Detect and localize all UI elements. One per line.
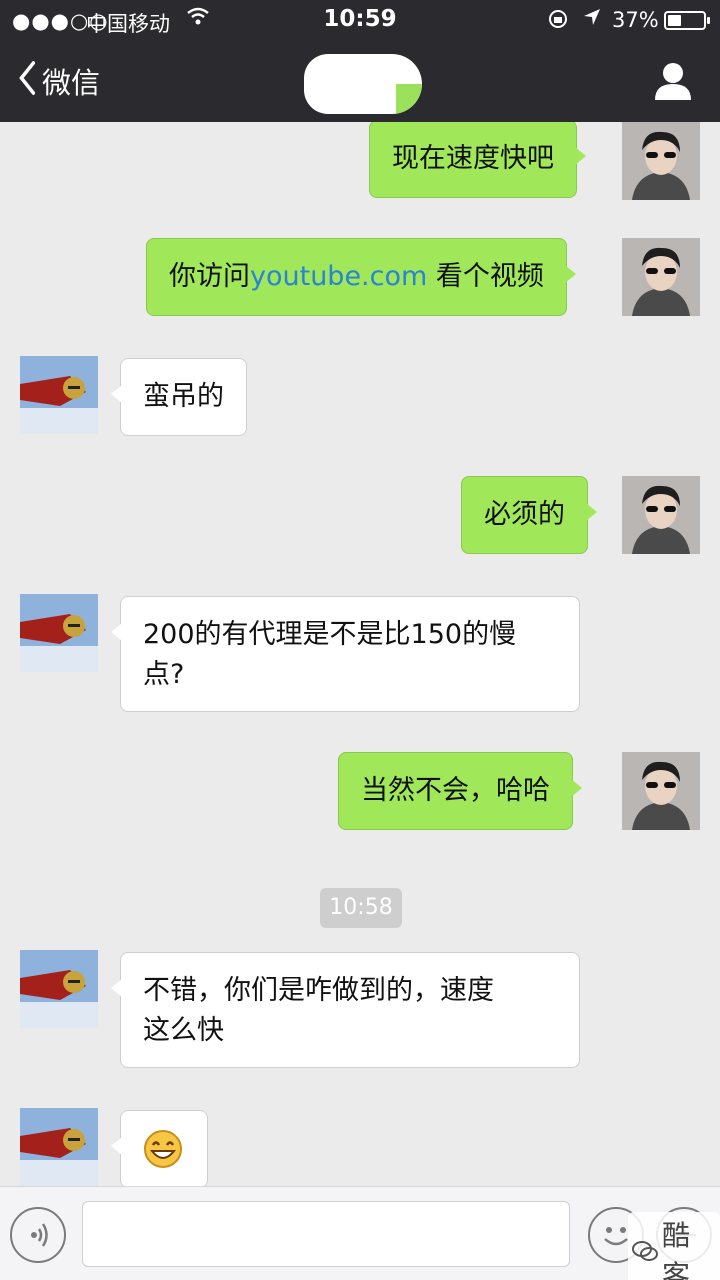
message-input[interactable]: [82, 1201, 570, 1267]
voice-button[interactable]: [10, 1207, 66, 1263]
message-bubble[interactable]: 必须的: [461, 476, 597, 554]
rotation-lock-icon: [547, 8, 569, 35]
top-bar: ●●●○○ 中国移动 10:59 37% 微信: [0, 0, 720, 122]
profile-button[interactable]: [652, 60, 694, 102]
my-avatar[interactable]: [622, 476, 700, 554]
message-text: 点?: [143, 659, 185, 690]
contact-avatar[interactable]: [20, 356, 98, 434]
message-text: 现在速度快吧: [392, 143, 554, 174]
message-bubble[interactable]: 当然不会，哈哈: [338, 752, 582, 830]
avatar-image: [20, 356, 98, 434]
message-bubble[interactable]: 现在速度快吧: [369, 122, 586, 198]
location-arrow-icon: [582, 7, 602, 32]
my-avatar[interactable]: [622, 122, 700, 200]
avatar-image: [20, 950, 98, 1028]
battery-level: [668, 15, 681, 26]
watermark-text: 酷客: [662, 1219, 691, 1280]
message-bubble[interactable]: 你访问youtube.com 看个视频: [146, 238, 576, 316]
message-bubble[interactable]: [111, 1110, 208, 1186]
avatar-image: [20, 594, 98, 672]
watermark: 酷客: [628, 1212, 720, 1280]
message-text: 这么快: [143, 1015, 224, 1046]
contact-avatar[interactable]: [20, 1108, 98, 1186]
battery-icon: [664, 11, 710, 30]
message-text: 200的有代理是不是比150的慢: [143, 619, 517, 650]
message-bubble[interactable]: 蛮吊的: [111, 358, 247, 436]
message-text: 必须的: [484, 499, 565, 530]
avatar-image: [622, 752, 700, 830]
battery-percent: 37%: [612, 8, 659, 32]
message-text: 看个视频: [427, 261, 544, 292]
chat-area[interactable]: 现在速度快吧 你访问youtube.com 看个视频 蛮吊的 必须的 200的有…: [0, 122, 720, 1186]
back-button[interactable]: 微信: [16, 60, 100, 105]
voice-icon: [31, 1223, 48, 1247]
wechat-logo-icon: [632, 1240, 658, 1268]
contact-avatar[interactable]: [20, 594, 98, 672]
message-link[interactable]: youtube.com: [250, 261, 427, 292]
back-label: 微信: [42, 65, 101, 100]
title-blob-accent: [396, 84, 422, 114]
avatar-image: [20, 1108, 98, 1186]
chevron-left-icon: [18, 60, 36, 105]
message-text: 你访问: [169, 261, 250, 292]
message-timestamp: 10:58: [320, 888, 402, 928]
input-bar: [0, 1186, 720, 1280]
message-text: 蛮吊的: [143, 381, 224, 412]
message-bubble[interactable]: 200的有代理是不是比150的慢 点?: [111, 596, 580, 712]
person-icon: [655, 63, 691, 100]
my-avatar[interactable]: [622, 752, 700, 830]
chat-title: [304, 54, 422, 114]
my-avatar[interactable]: [622, 238, 700, 316]
grinning-emoji-icon: [143, 1130, 183, 1176]
message-bubble[interactable]: 不错，你们是咋做到的，速度 这么快: [111, 952, 580, 1068]
contact-avatar[interactable]: [20, 950, 98, 1028]
avatar-image: [622, 122, 700, 200]
navigation-bar: 微信: [0, 40, 720, 122]
avatar-image: [622, 476, 700, 554]
status-bar: ●●●○○ 中国移动 10:59 37%: [0, 0, 720, 40]
message-text: 不错，你们是咋做到的，速度: [143, 975, 494, 1006]
avatar-image: [622, 238, 700, 316]
message-text: 当然不会，哈哈: [361, 775, 550, 806]
